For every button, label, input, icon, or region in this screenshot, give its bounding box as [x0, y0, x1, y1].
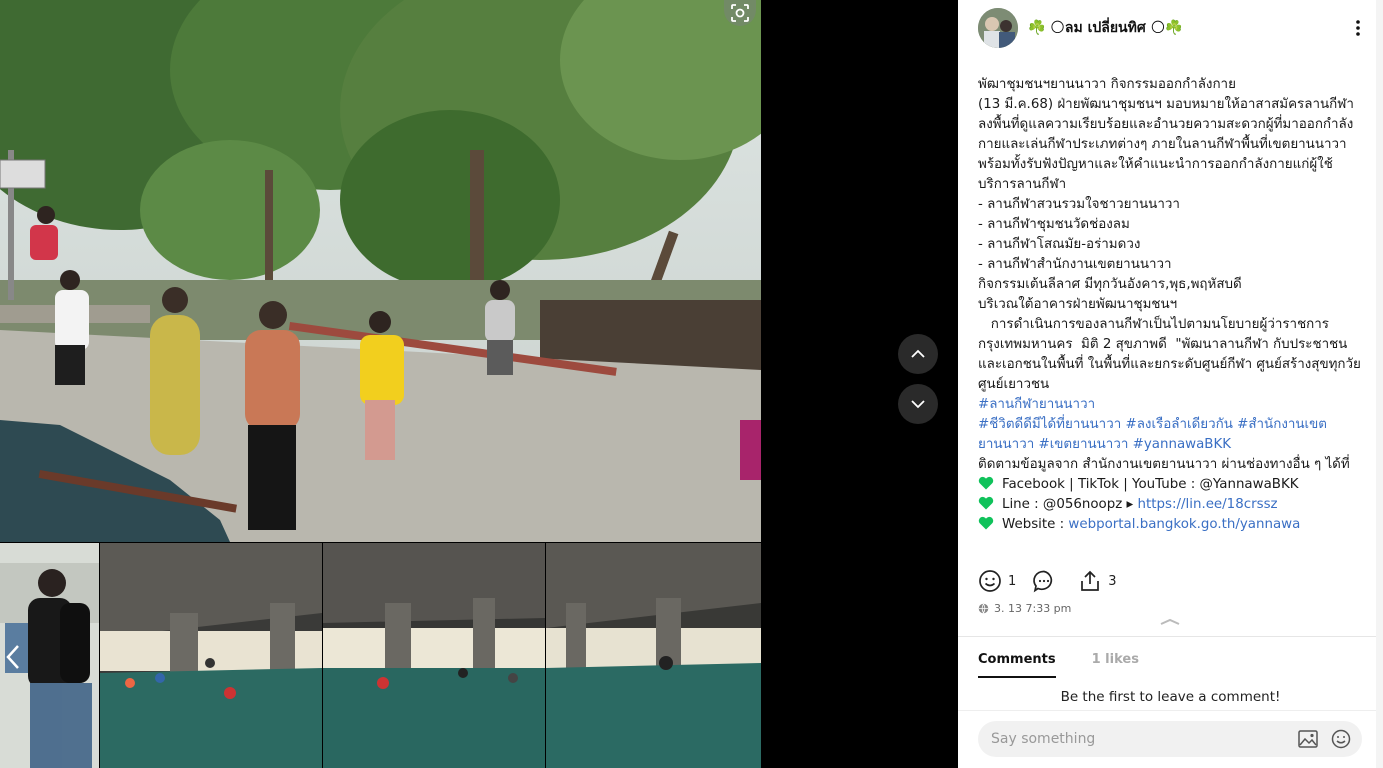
contact-line-text: Line : @056noopz ▸	[1002, 497, 1138, 512]
next-post-button[interactable]	[898, 384, 938, 424]
contact-line: Line : @056noopz ▸ https://lin.ee/18crss…	[978, 495, 1370, 515]
contact-social: Facebook | TikTok | YouTube : @YannawaBK…	[978, 475, 1370, 495]
scan-icon	[731, 4, 749, 22]
comment-bar	[958, 710, 1383, 768]
green-heart-icon	[978, 496, 994, 510]
hashtag-links[interactable]: #ชีวิตดีดีมีได้ที่ยานนาวา #ลงเรือลำเดียว…	[978, 415, 1370, 455]
chevron-up-icon	[911, 349, 925, 358]
thumbnail-3[interactable]	[323, 543, 545, 768]
media-viewer	[0, 0, 958, 768]
previous-thumbnail-button[interactable]	[2, 640, 24, 674]
post-schedule: กิจกรรมเต้นลีลาศ มีทุกวันอังคาร,พุธ,พฤหั…	[978, 277, 1242, 292]
website-link[interactable]: webportal.bangkok.go.th/yannawa	[1068, 517, 1300, 532]
contact-website: Website : webportal.bangkok.go.th/yannaw…	[978, 515, 1370, 535]
line-link[interactable]: https://lin.ee/18crssz	[1138, 497, 1278, 512]
list-item: - ลานกีฬาสำนักงานเขตยานนาวา	[978, 257, 1172, 272]
post-detail-panel: ☘️ 🌕ลม เปลี่ยนทิศ 🌕☘️ พัฒาชุมชนฯยานนาวา …	[958, 0, 1383, 768]
chevron-down-icon	[911, 400, 925, 409]
post-policy: การดำเนินการของลานกีฬาเป็นไปตามนโยบายผู้…	[978, 317, 1366, 392]
post-timestamp: 3. 13 7:33 pm	[978, 602, 1071, 615]
divider	[958, 636, 1383, 637]
reaction-count: 1	[1008, 573, 1017, 589]
post-intro: (13 มี.ค.68) ฝ่ายพัฒนาชุมชนฯ มอบหมายให้อ…	[978, 97, 1354, 192]
post-actions: 1 3	[978, 568, 1368, 594]
comment-icon	[1033, 570, 1053, 593]
photo-outdoor-exercise	[0, 0, 761, 542]
collapse-chevron-icon[interactable]	[1158, 616, 1182, 628]
more-options-button[interactable]	[1348, 16, 1368, 40]
comment-tabs: Comments 1 likes	[978, 652, 1175, 678]
globe-icon	[978, 603, 989, 614]
share-count: 3	[1108, 573, 1117, 589]
hashtag-link[interactable]: #ลานกีฬายานนาวา	[978, 395, 1370, 415]
tab-likes[interactable]: 1 likes	[1092, 652, 1139, 678]
previous-post-button[interactable]	[898, 334, 938, 374]
share-icon	[1081, 570, 1100, 591]
avatar[interactable]	[978, 8, 1018, 48]
post-text: พัฒาชุมชนฯยานนาวา กิจกรรมออกกำลังกาย (13…	[978, 75, 1370, 535]
reaction-button[interactable]: 1	[978, 569, 1016, 593]
list-item: - ลานกีฬาโสณมัย-อร่ามดวง	[978, 237, 1141, 252]
thumbnail-2[interactable]	[100, 543, 322, 768]
post-title: พัฒาชุมชนฯยานนาวา กิจกรรมออกกำลังกาย	[978, 77, 1236, 92]
green-heart-icon	[978, 476, 994, 490]
tab-comments[interactable]: Comments	[978, 652, 1056, 678]
main-photo[interactable]	[0, 0, 761, 542]
list-item: - ลานกีฬาชุมชนวัดช่องลม	[978, 217, 1130, 232]
emoji-icon[interactable]	[1331, 729, 1351, 749]
scrollbar[interactable]	[1376, 0, 1383, 768]
post-header: ☘️ 🌕ลม เปลี่ยนทิศ 🌕☘️	[958, 0, 1383, 58]
green-heart-icon	[978, 516, 994, 530]
thumbnail-4[interactable]	[546, 543, 761, 768]
author-name[interactable]: ☘️ 🌕ลม เปลี่ยนทิศ 🌕☘️	[1028, 17, 1183, 39]
contact-social-text: Facebook | TikTok | YouTube : @YannawaBK…	[1002, 477, 1299, 492]
thumbnail-strip	[0, 543, 761, 768]
comment-button[interactable]	[1032, 569, 1062, 593]
empty-comments-message: Be the first to leave a comment!	[1060, 689, 1281, 705]
image-upload-icon[interactable]	[1298, 730, 1318, 748]
timestamp-text: 3. 13 7:33 pm	[994, 602, 1072, 615]
chevron-left-icon	[6, 645, 19, 669]
more-vertical-icon	[1356, 20, 1360, 36]
share-button[interactable]: 3	[1078, 569, 1117, 593]
smiley-icon	[979, 570, 1001, 592]
post-location: บริเวณใต้อาคารฝ่ายพัฒนาชุมชนฯ	[978, 297, 1178, 312]
list-item: - ลานกีฬาสวนรวมใจชาวยานนาวา	[978, 197, 1180, 212]
contact-web-text: Website :	[1002, 517, 1069, 532]
post-follow: ติดตามข้อมูลจาก สำนักงานเขตยานนาวา ผ่านช…	[978, 457, 1350, 472]
